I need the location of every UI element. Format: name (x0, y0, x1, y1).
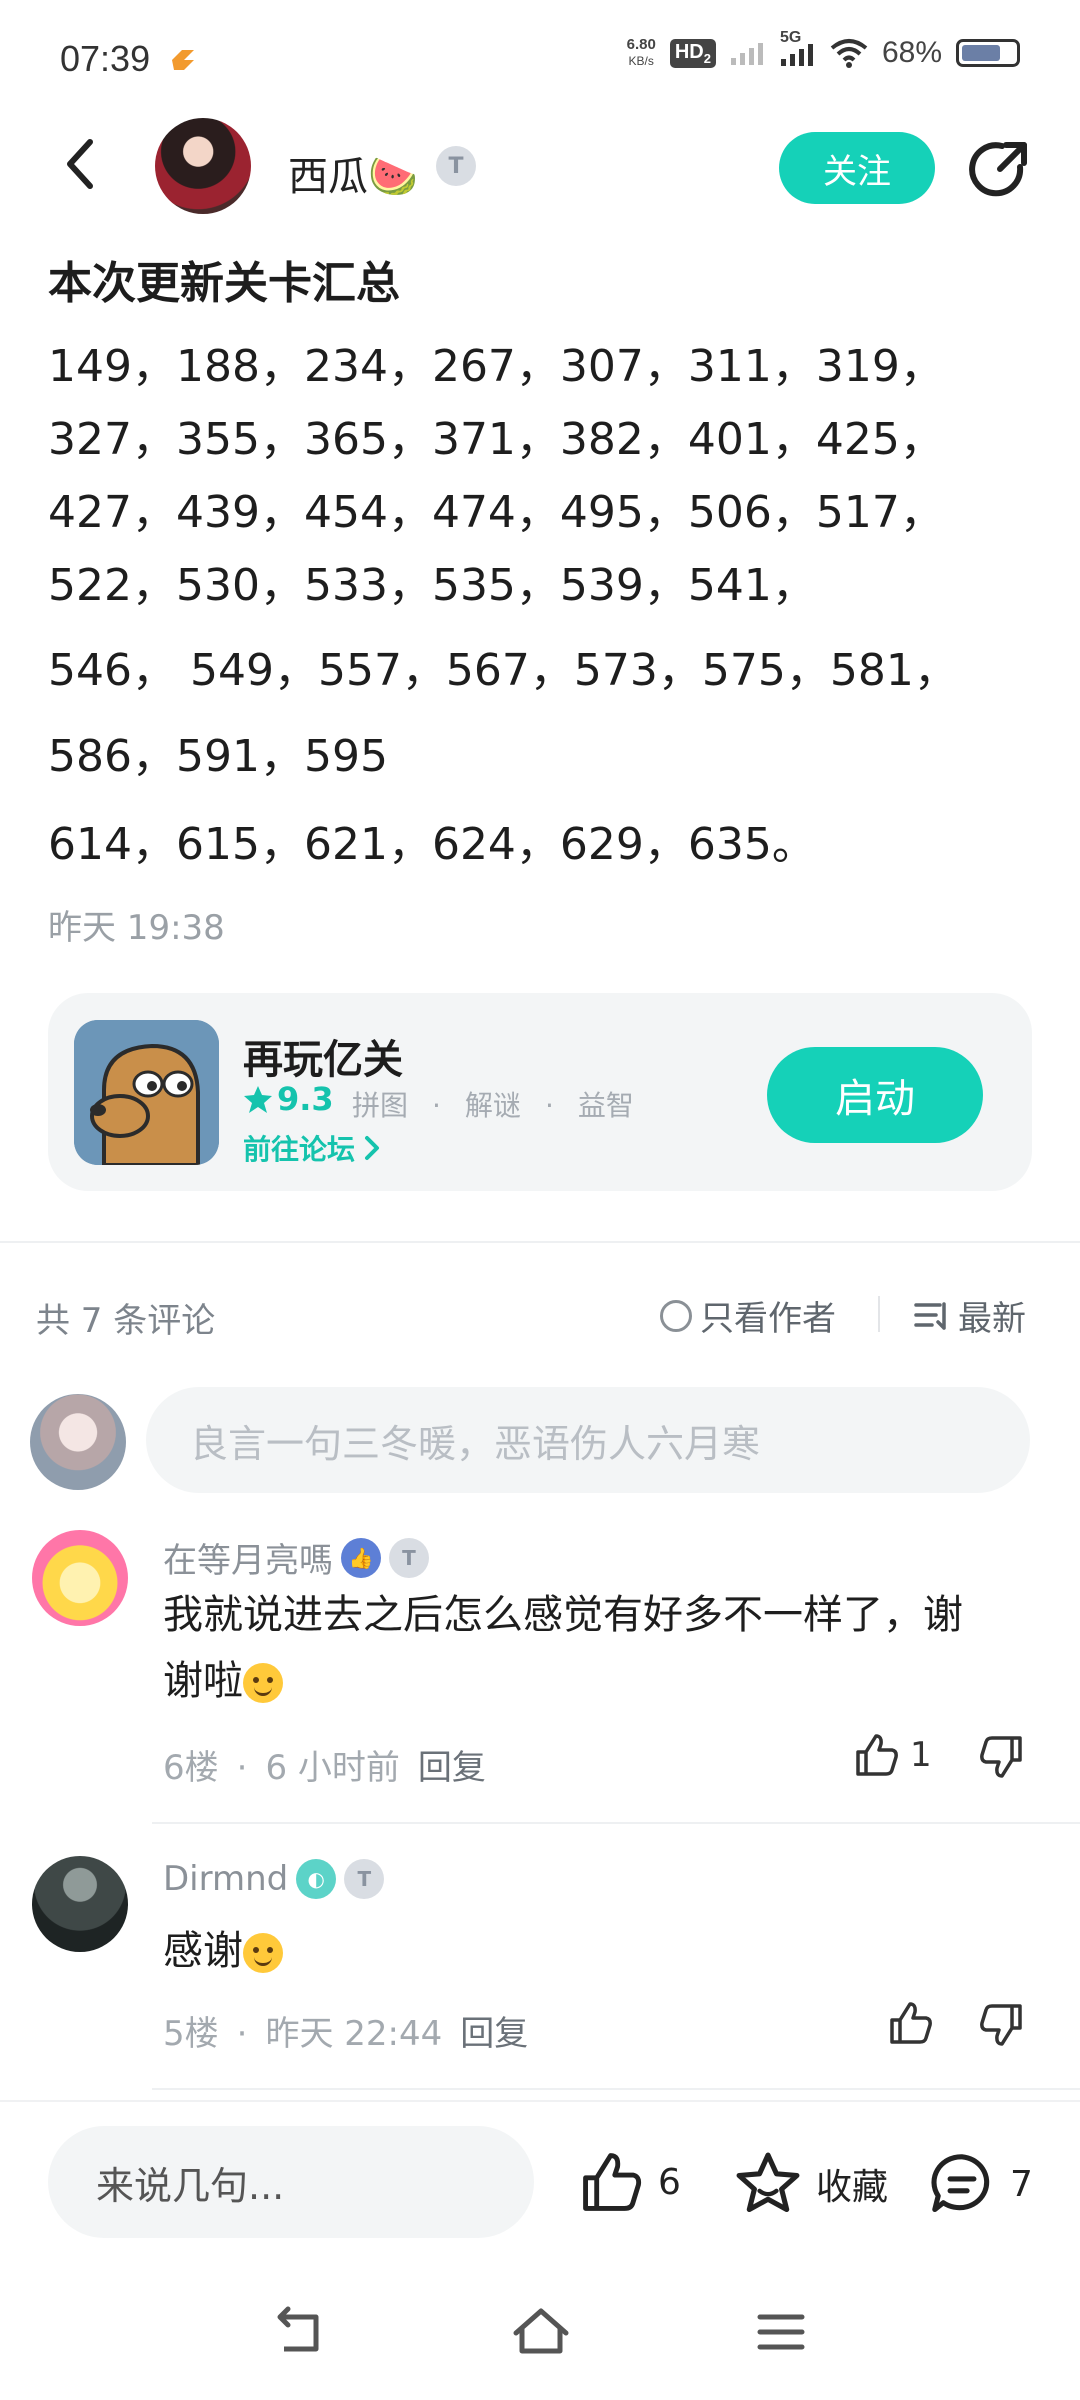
sort-button[interactable]: 最新 (914, 1291, 1026, 1340)
wifi-icon (830, 39, 868, 68)
level-badge: T (344, 1859, 385, 1899)
status-notification-icon (168, 44, 198, 78)
nav-back-icon[interactable] (272, 2305, 326, 2363)
comment-like-button[interactable] (888, 2000, 934, 2050)
post-line: 546， 549，557，567，573，575，581， (48, 645, 958, 696)
comment-divider (152, 2088, 1080, 2090)
app-tags: 拼图 · 解谜 · 益智 (352, 1089, 634, 1122)
battery-percent: 68% (881, 36, 942, 69)
app-tag: 拼图 (352, 1089, 409, 1122)
comment-avatar[interactable] (32, 1530, 128, 1626)
my-avatar (30, 1394, 126, 1490)
status-time: 07:39 (60, 38, 151, 79)
comment-divider (152, 1822, 1080, 1824)
reply-input[interactable]: 来说几句... (48, 2126, 534, 2238)
thumb-up-icon (583, 2153, 642, 2211)
globe-badge-icon: ◐ (296, 1859, 337, 1899)
author-avatar[interactable] (155, 118, 251, 214)
thumb-up-icon (890, 2002, 932, 2044)
nav-home-icon[interactable] (510, 2305, 572, 2363)
signal-5g: 5G (780, 29, 816, 67)
author-name[interactable]: 西瓜🍉 (288, 144, 418, 202)
only-author-toggle[interactable]: 只看作者 (660, 1291, 836, 1340)
follow-button[interactable]: 关注 (779, 132, 935, 204)
chevron-right-icon (365, 1136, 380, 1160)
post-title: 本次更新关卡汇总 (48, 258, 400, 309)
signal-weak-icon (730, 43, 763, 65)
favorite-star-icon (736, 2152, 800, 2213)
divider (0, 1241, 1080, 1243)
separator (878, 1296, 880, 1332)
comment-like-button[interactable]: 1 (854, 1732, 932, 1778)
comment-button[interactable]: 7 (928, 2150, 1033, 2218)
launch-button[interactable]: 启动 (767, 1047, 983, 1143)
comment-username[interactable]: Dirmnd ◐ T (163, 1859, 385, 1899)
comment-input[interactable]: 良言一句三冬暖，恶语伤人六月寒 (146, 1387, 1030, 1493)
app-rating: 9.3 (243, 1080, 334, 1118)
post-time: 昨天 19:38 (48, 908, 225, 948)
favorite-button[interactable]: 收藏 (734, 2150, 888, 2218)
smile-emoji-icon (243, 1933, 283, 1973)
level-badge: T (389, 1537, 429, 1578)
nav-menu-icon[interactable] (756, 2305, 806, 2363)
back-icon[interactable] (56, 134, 106, 194)
star-icon (244, 1086, 272, 1113)
hd-badge: HD2 (669, 38, 716, 68)
comment-text: 我就说进去之后怎么感觉有好多不一样了，谢 谢啦 (163, 1592, 963, 1704)
smile-emoji-icon (243, 1663, 283, 1703)
comment-count: 共 7 条评论 (36, 1301, 216, 1341)
forum-link[interactable]: 前往论坛 (243, 1128, 381, 1168)
reply-button[interactable]: 回复 (460, 2014, 528, 2054)
comment-avatar[interactable] (32, 1856, 128, 1952)
app-tag: 解谜 (464, 1089, 521, 1122)
reply-button[interactable]: 回复 (418, 1748, 486, 1788)
post-line: 586，591，595 (48, 731, 388, 782)
comment-username[interactable]: 在等月亮嗎 👍 T (163, 1533, 429, 1582)
battery-icon (956, 39, 1020, 67)
app-icon[interactable] (74, 1020, 219, 1165)
thumb-down-icon[interactable] (978, 1734, 1024, 1784)
post-line: 614，615，621，624，629，635。 (48, 819, 816, 870)
like-button[interactable]: 6 (580, 2150, 681, 2214)
sort-icon (914, 1301, 946, 1330)
level-badge: T (436, 146, 476, 186)
thumb-up-icon (856, 1734, 898, 1776)
post-line: 149，188，234，267，307，311，319， (48, 341, 944, 392)
post-line: 427，439，454，474，495，506，517， (48, 487, 944, 538)
comment-text: 感谢 (163, 1918, 283, 1984)
comment-meta: 5楼 · 昨天 22:44 回复 (163, 2014, 529, 2054)
net-speed: 6.80 KB/s (626, 36, 656, 69)
post-line: 327，355，365，371，382，401，425， (48, 414, 944, 465)
post-line: 522，530，533，535，539，541， (48, 560, 816, 611)
share-icon[interactable] (966, 137, 1032, 203)
status-icons: 6.80 KB/s HD2 5G 68% (626, 29, 1020, 70)
comment-meta: 6楼 · 6 小时前 回复 (163, 1748, 486, 1788)
app-name[interactable]: 再玩亿关 (243, 1027, 403, 1085)
thumb-badge-icon: 👍 (341, 1537, 381, 1578)
app-tag: 益智 (577, 1089, 634, 1122)
circle-icon (660, 1299, 692, 1332)
thumb-down-icon[interactable] (978, 2002, 1024, 2052)
comment-icon (931, 2154, 990, 2213)
